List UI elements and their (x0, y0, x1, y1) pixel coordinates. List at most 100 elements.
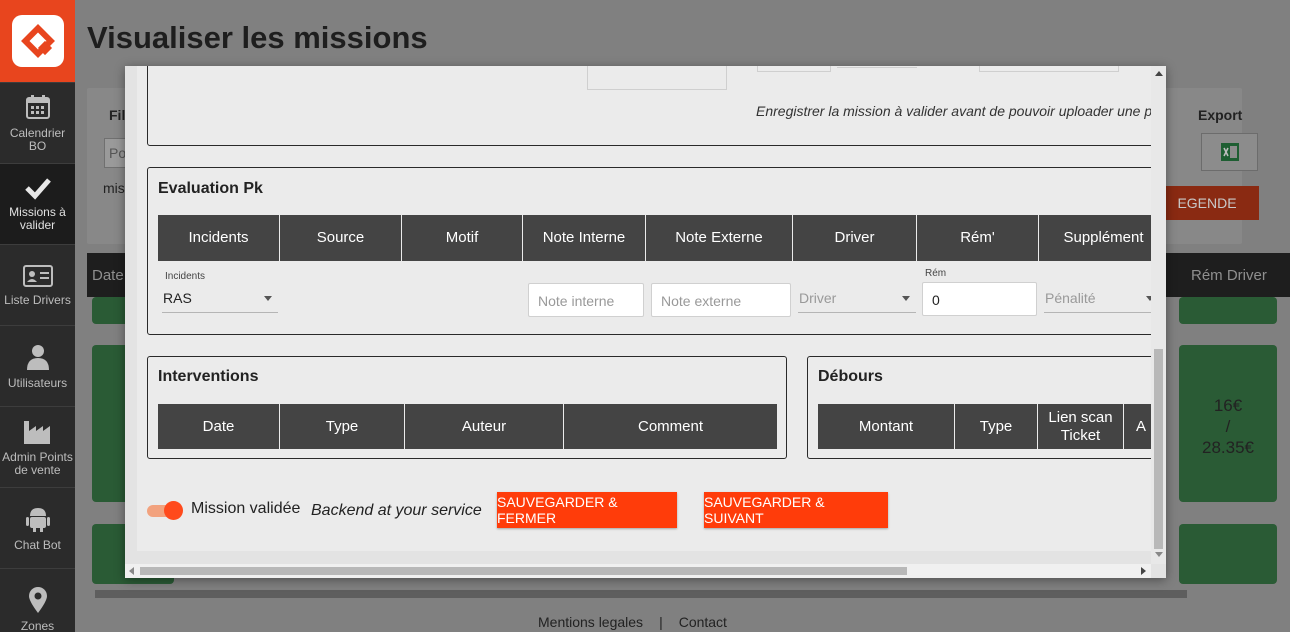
sidebar-item-zones[interactable]: Zones (0, 568, 75, 632)
legend-button[interactable]: EGENDE (1155, 186, 1259, 220)
modal-content: Enregistrer la mission à valider avant d… (137, 66, 1151, 551)
sidebar-item-calendrier[interactable]: Calendrier BO (0, 82, 75, 163)
column-header-date: Date (92, 267, 124, 284)
sidebar-item-label: Missions à valider (9, 205, 66, 232)
column-header-lien-scan-ticket: Lien scan Ticket (1038, 404, 1124, 449)
note-externe-input[interactable]: Note externe (651, 283, 791, 317)
column-header-auteur: Auteur (405, 404, 564, 449)
toggle-knob (164, 501, 183, 520)
field-placeholder (837, 66, 917, 68)
sidebar-item-drivers[interactable]: Liste Drivers (0, 244, 75, 325)
sidebar-item-label: Zones (20, 618, 55, 632)
excel-icon (1220, 143, 1239, 161)
column-header-note-interne: Note Interne (523, 215, 646, 261)
photo-placeholder (587, 66, 727, 90)
column-header-driver: Driver (793, 215, 917, 261)
sidebar-item-utilisateurs[interactable]: Utilisateurs (0, 325, 75, 406)
penalite-select-value: Pénalité (1045, 290, 1096, 306)
evaluation-table-header: Incidents Source Motif Note Interne Note… (158, 215, 1151, 261)
column-header-comment: Comment (637, 417, 704, 435)
upload-note: Enregistrer la mission à valider avant d… (756, 103, 1151, 119)
sidebar-item-missions[interactable]: Missions à valider (0, 163, 75, 244)
interventions-section: Interventions Date Type Auteur Comment (147, 356, 787, 459)
rem-input[interactable]: 0 (922, 282, 1037, 316)
calendar-icon (25, 95, 50, 119)
page-title: Visualiser les missions (87, 20, 428, 55)
driver-select[interactable]: Driver (798, 287, 916, 313)
mission-card[interactable] (1179, 524, 1277, 584)
chevron-down-icon (902, 296, 910, 301)
map-pin-icon (28, 586, 47, 613)
filter-label: Fil (109, 107, 126, 123)
column-header-type: Type (955, 404, 1038, 449)
column-header-rem-driver: Rém Driver (1191, 267, 1267, 284)
evaluation-section: Evaluation Pk Incidents Source Motif Not… (147, 167, 1151, 335)
rem-separator: / (1225, 417, 1231, 436)
column-header-date: Date (158, 404, 280, 449)
mission-modal: Enregistrer la mission à valider avant d… (125, 66, 1166, 578)
debours-section: Débours Montant Type Lien scan Ticket A (807, 356, 1151, 459)
scrollbar-thumb[interactable] (1154, 349, 1163, 549)
scrollbar-thumb[interactable] (140, 567, 907, 575)
mission-validated-toggle[interactable] (147, 500, 183, 520)
scroll-down-icon[interactable] (1155, 552, 1163, 557)
interventions-title: Interventions (158, 368, 259, 385)
sidebar-item-label: Admin Points de vente (2, 450, 73, 477)
page-footer: Mentions legales | Contact (530, 614, 735, 630)
id-card-icon (22, 264, 53, 287)
column-header-montant: Montant (818, 404, 955, 449)
tagline: Backend at your service (311, 502, 482, 519)
mentions-legales-link[interactable]: Mentions legales (538, 614, 643, 630)
rem-value: 16€ (1213, 396, 1243, 415)
penalite-select[interactable]: Pénalité (1044, 287, 1151, 313)
column-header-rem: Rém' (917, 215, 1039, 261)
column-header-source: Source (280, 215, 402, 261)
sidebar-item-label: Utilisateurs (7, 375, 68, 390)
debours-table-header: Montant Type Lien scan Ticket A (818, 404, 1151, 449)
excel-export-button[interactable] (1201, 133, 1258, 171)
sidebar-item-points-de-vente[interactable]: Admin Points de vente (0, 406, 75, 487)
incidents-select-value: RAS (163, 290, 192, 306)
check-icon (24, 178, 51, 200)
rem-driver-value: 16€ / 28.35€ (1179, 395, 1277, 458)
contact-link[interactable]: Contact (679, 614, 727, 630)
note-interne-input[interactable]: Note interne (528, 283, 644, 317)
mission-label: mis (103, 180, 125, 196)
app-logo[interactable] (0, 0, 75, 82)
driver-select-value: Driver (799, 290, 837, 306)
sidebar-item-label: Chat Bot (14, 537, 61, 552)
incidents-select[interactable]: RAS (162, 287, 278, 313)
android-icon (25, 507, 50, 532)
interventions-table-header: Date Type Auteur Comment (158, 404, 777, 449)
column-header-type: Type (280, 404, 405, 449)
export-label: Export (1198, 107, 1243, 123)
sidebar-item-label: Liste Drivers (4, 292, 71, 307)
column-header-extra: A (1135, 417, 1146, 435)
rem-field-label: Rém (925, 268, 947, 279)
scrollbar-thumb[interactable] (95, 590, 1187, 598)
column-header-note-externe: Note Externe (646, 215, 793, 261)
chevron-down-icon (264, 296, 272, 301)
user-icon (26, 344, 49, 370)
mission-validated-label: Mission validée (191, 500, 301, 517)
page-horizontal-scrollbar[interactable] (81, 586, 1287, 598)
scroll-right-icon[interactable] (1141, 567, 1146, 575)
column-header-motif: Motif (402, 215, 523, 261)
mission-card[interactable] (1179, 297, 1277, 324)
field-placeholder (979, 66, 1119, 72)
sidebar-item-chat-bot[interactable]: Chat Bot (0, 487, 75, 568)
rem-total: 28.35€ (1202, 438, 1254, 457)
debours-title: Débours (818, 368, 883, 385)
scroll-left-icon[interactable] (129, 567, 134, 575)
logo-icon (11, 15, 64, 67)
modal-vertical-scrollbar[interactable] (1151, 66, 1166, 564)
field-placeholder (757, 66, 831, 72)
modal-horizontal-scrollbar[interactable] (125, 564, 1151, 578)
scroll-up-icon[interactable] (1155, 71, 1163, 76)
footer-separator: | (659, 614, 663, 630)
column-header-incidents: Incidents (158, 215, 280, 261)
column-header-supplement: Supplément (1063, 229, 1144, 246)
save-next-button[interactable]: SAUVEGARDER & SUIVANT (704, 492, 888, 528)
incidents-field-label: Incidents (165, 271, 206, 282)
save-close-button[interactable]: SAUVEGARDER & FERMER (497, 492, 677, 528)
